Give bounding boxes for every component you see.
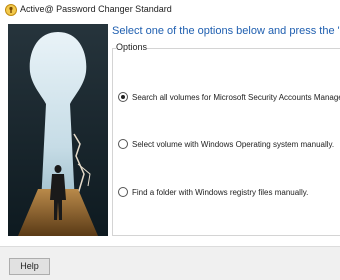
footer-bar: [0, 247, 340, 280]
help-button[interactable]: Help: [9, 258, 50, 275]
radio-button[interactable]: [118, 187, 128, 197]
title-bar: Active@ Password Changer Standard: [0, 0, 340, 20]
option-label: Search all volumes for Microsoft Securit…: [132, 92, 340, 102]
option-select-volume-manually[interactable]: Select volume with Windows Operating sys…: [118, 139, 334, 149]
option-find-registry-folder[interactable]: Find a folder with Windows registry file…: [118, 187, 308, 197]
keyhole-image: [8, 24, 108, 236]
page-heading: Select one of the options below and pres…: [112, 25, 340, 37]
app-window: Active@ Password Changer Standard Select…: [0, 0, 340, 280]
help-button-label: Help: [20, 261, 39, 271]
keyhole-illustration: [8, 24, 108, 236]
option-search-all-volumes[interactable]: Search all volumes for Microsoft Securit…: [118, 92, 340, 102]
option-label: Select volume with Windows Operating sys…: [132, 139, 335, 149]
option-label: Find a folder with Windows registry file…: [132, 187, 309, 197]
radio-button-checked[interactable]: [118, 92, 128, 102]
password-changer-app-icon: [5, 4, 17, 16]
window-title: Active@ Password Changer Standard: [20, 4, 172, 14]
options-group-label: Options: [116, 42, 148, 52]
radio-button[interactable]: [118, 139, 128, 149]
